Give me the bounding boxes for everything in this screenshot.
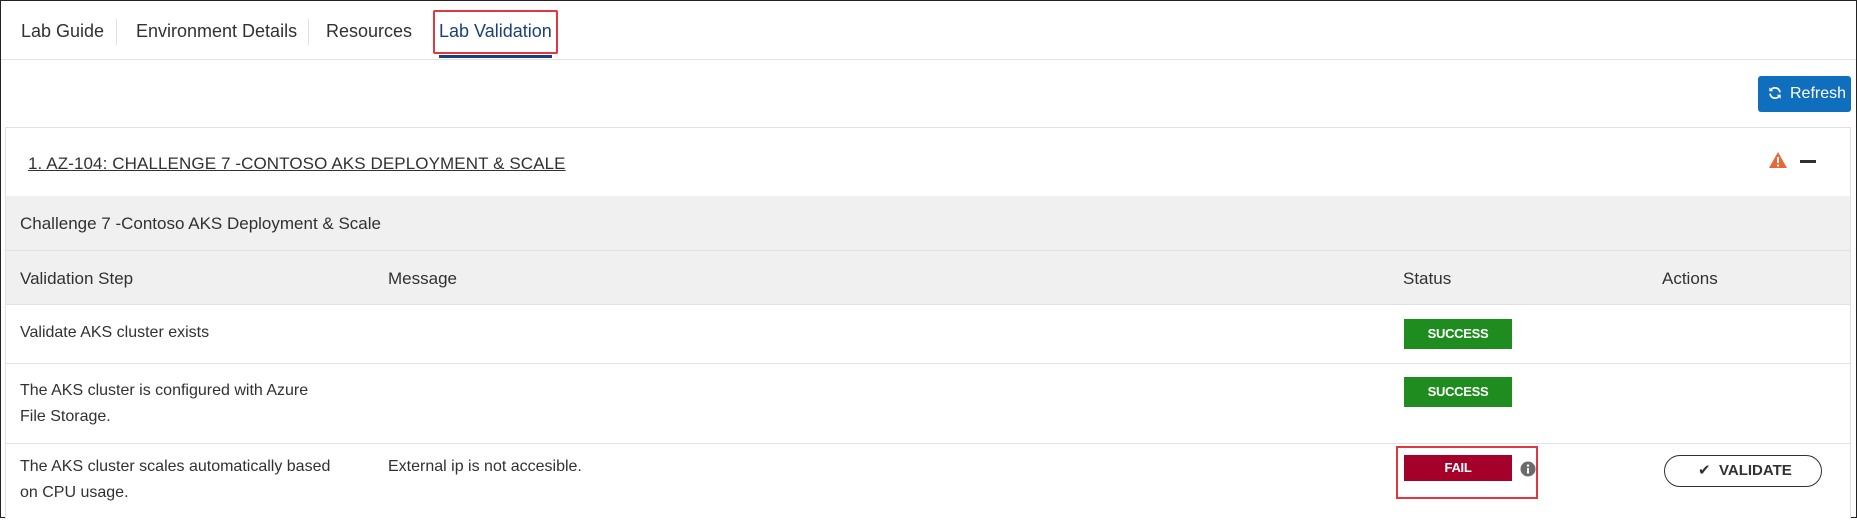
- table-row: The AKS cluster scales automatically bas…: [6, 444, 1850, 520]
- table-header: Validation Step Message Status Actions: [6, 251, 1850, 305]
- status-badge: SUCCESS: [1404, 377, 1512, 407]
- info-icon[interactable]: [1520, 461, 1536, 477]
- challenge-name: Challenge 7 -Contoso AKS Deployment & Sc…: [20, 214, 381, 233]
- validation-message: External ip is not accesible.: [388, 458, 582, 475]
- tab-environment-details[interactable]: Environment Details: [136, 1, 297, 59]
- validation-step: The AKS cluster scales automatically bas…: [20, 454, 330, 506]
- validation-step-line: The AKS cluster is configured with Azure: [20, 382, 309, 399]
- tab-divider: [116, 19, 117, 45]
- validation-step: The AKS cluster is configured with Azure…: [20, 378, 308, 430]
- tab-bar: Lab Guide Environment Details Resources …: [1, 1, 1856, 60]
- validate-button[interactable]: ✔ VALIDATE: [1664, 455, 1822, 487]
- validation-step-line: on CPU usage.: [20, 484, 129, 501]
- validation-step-line: File Storage.: [20, 408, 111, 425]
- tab-label: Resources: [326, 21, 413, 41]
- status-badge: SUCCESS: [1404, 319, 1512, 349]
- warning-icon: [1768, 150, 1788, 170]
- challenge-header: Challenge 7 -Contoso AKS Deployment & Sc…: [6, 196, 1850, 251]
- status-badge: FAIL: [1404, 455, 1512, 481]
- column-header: Validation Step: [20, 269, 134, 288]
- validation-panel: 1. AZ-104: CHALLENGE 7 -CONTOSO AKS DEPL…: [5, 127, 1851, 520]
- check-icon: ✔: [1698, 462, 1711, 479]
- validation-step: Validate AKS cluster exists: [20, 324, 210, 341]
- validation-step-line: The AKS cluster scales automatically bas…: [20, 458, 331, 475]
- column-header: Message: [388, 269, 457, 288]
- refresh-icon: [1768, 76, 1782, 112]
- refresh-label: Refresh: [1790, 85, 1847, 102]
- tab-lab-validation[interactable]: Lab Validation: [433, 1, 558, 59]
- tab-lab-guide[interactable]: Lab Guide: [21, 1, 104, 59]
- column-header: Status: [1403, 269, 1452, 288]
- highlight-box: [433, 10, 558, 54]
- panel-title[interactable]: 1. AZ-104: CHALLENGE 7 -CONTOSO AKS DEPL…: [28, 154, 566, 174]
- column-header: Actions: [1662, 269, 1718, 288]
- refresh-button[interactable]: Refresh: [1758, 76, 1851, 112]
- tab-divider: [308, 19, 309, 45]
- minus-icon[interactable]: [1800, 160, 1816, 163]
- table-row: Validate AKS cluster exists SUCCESS: [6, 305, 1850, 364]
- tab-resources[interactable]: Resources: [326, 1, 412, 59]
- validate-label: VALIDATE: [1719, 462, 1792, 479]
- tab-label: Lab Guide: [21, 21, 105, 41]
- active-tab-indicator: [439, 55, 552, 58]
- tab-label: Environment Details: [136, 21, 298, 41]
- table-row: The AKS cluster is configured with Azure…: [6, 364, 1850, 444]
